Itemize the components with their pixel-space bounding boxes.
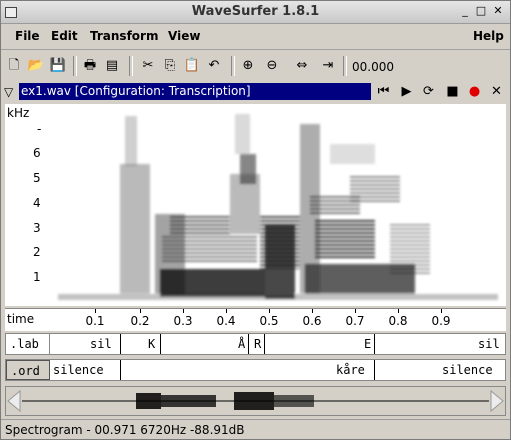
zoom-out-icon[interactable]: ⊖: [263, 57, 281, 75]
toolbar-separator: [231, 56, 235, 76]
wavesurfer-window: WaveSurfer 1.8.1 _ □ ✕ File Edit Transfo…: [0, 0, 511, 440]
paste-icon[interactable]: 📋: [183, 57, 201, 75]
file-header: ▽ ex1.wav [Configuration: Transcription]…: [1, 82, 510, 102]
tier-segment[interactable]: silence: [442, 360, 493, 380]
time-tick: [398, 309, 399, 313]
tier-segment[interactable]: E: [364, 334, 371, 354]
time-tick-label: 0.1: [85, 314, 105, 328]
menu-transform[interactable]: Transform: [90, 29, 158, 43]
time-tick-label: 0.2: [130, 314, 150, 328]
freq-label: 2: [33, 245, 41, 259]
segment-boundary[interactable]: [374, 334, 375, 354]
title-bar: WaveSurfer 1.8.1 _ □ ✕: [1, 1, 510, 24]
open-folder-icon[interactable]: 📂: [27, 57, 45, 75]
zoom-fit-icon[interactable]: ⇔: [293, 57, 311, 75]
scroll-left-icon[interactable]: [7, 389, 21, 413]
tier-name[interactable]: .ord: [6, 360, 50, 380]
toolbar-separator: [343, 56, 347, 76]
spectrogram-view[interactable]: [50, 104, 506, 306]
waveform-overview[interactable]: [5, 386, 506, 416]
time-tick: [95, 309, 96, 313]
time-tick: [183, 309, 184, 313]
time-tick: [312, 309, 313, 313]
zoom-in-icon[interactable]: ⊕: [239, 57, 257, 75]
window-title: WaveSurfer 1.8.1: [191, 4, 320, 19]
menu-edit[interactable]: Edit: [51, 29, 78, 43]
time-tick: [226, 309, 227, 313]
collapse-triangle-icon[interactable]: ▽: [4, 85, 13, 99]
segment-boundary[interactable]: [120, 334, 121, 354]
menu-file[interactable]: File: [15, 29, 40, 43]
time-tick-label: 0.4: [216, 314, 236, 328]
stop-icon[interactable]: ■: [445, 84, 460, 99]
cut-icon[interactable]: ✂: [139, 57, 157, 75]
maximize-icon[interactable]: □: [475, 5, 487, 17]
freq-label: 5: [33, 171, 41, 185]
zoom-selection-icon[interactable]: ⇥: [319, 57, 337, 75]
time-tick-label: 0.3: [173, 314, 193, 328]
tier-segment[interactable]: kåre: [336, 360, 365, 380]
time-tick: [441, 309, 442, 313]
toolbar: 🗋 📂 💾 🖶 ▤ ✂ ⎘ 📋 ↶ ⊕ ⊖ ⇔ ⇥ 00.000: [1, 53, 510, 81]
frequency-axis: kHz - 6 5 4 3 2 1: [5, 104, 50, 306]
file-label[interactable]: ex1.wav [Configuration: Transcription]: [19, 83, 371, 100]
menu-view[interactable]: View: [168, 29, 200, 43]
spectrogram-image: [58, 114, 498, 300]
time-tick: [269, 309, 270, 313]
minimize-icon[interactable]: _: [459, 5, 471, 17]
segment-boundary[interactable]: [160, 334, 161, 354]
tier-segment[interactable]: R: [254, 334, 261, 354]
menu-help[interactable]: Help: [473, 29, 504, 43]
undo-icon[interactable]: ↶: [205, 57, 223, 75]
status-bar: Spectrogram - 00.971 6720Hz -88.91dB: [1, 419, 510, 440]
properties-icon[interactable]: ▤: [103, 57, 121, 75]
waveform-image: [7, 389, 504, 413]
time-tick-label: 0.7: [345, 314, 365, 328]
tier-lab[interactable]: .lab sil K Å R E sil: [5, 333, 506, 355]
toolbar-separator: [129, 56, 133, 76]
freq-label: 1: [33, 270, 41, 284]
status-text: Spectrogram - 00.971 6720Hz -88.91dB: [5, 423, 245, 437]
time-tick-label: 0.5: [259, 314, 279, 328]
tier-segment[interactable]: Å: [238, 334, 245, 354]
close-icon[interactable]: ✕: [492, 5, 504, 17]
play-icon[interactable]: ▶: [399, 84, 414, 99]
segment-boundary[interactable]: [374, 360, 375, 380]
time-tick: [140, 309, 141, 313]
time-tick: [355, 309, 356, 313]
skip-to-start-icon[interactable]: ⏮: [376, 84, 391, 99]
frequency-unit: kHz: [7, 106, 30, 120]
tier-segment[interactable]: sil: [478, 334, 500, 354]
print-icon[interactable]: 🖶: [81, 57, 99, 75]
segment-boundary[interactable]: [264, 334, 265, 354]
time-tick-label: 0.9: [431, 314, 451, 328]
scroll-right-icon[interactable]: [490, 389, 504, 413]
tier-segment[interactable]: sil: [90, 334, 112, 354]
segment-boundary[interactable]: [248, 334, 249, 354]
tier-segment[interactable]: K: [148, 334, 155, 354]
tier-name[interactable]: .lab: [6, 334, 50, 354]
time-display: 00.000: [352, 60, 394, 74]
freq-label: 3: [33, 221, 41, 235]
freq-label: -: [37, 122, 42, 136]
play-loop-icon[interactable]: ⟳: [421, 84, 436, 99]
time-tick-label: 0.6: [302, 314, 322, 328]
record-icon[interactable]: ●: [467, 84, 482, 99]
time-axis: time 0.1 0.2 0.3 0.4 0.5 0.6 0.7 0.8 0.9: [5, 308, 506, 331]
tier-ord[interactable]: .ord silence kåre silence: [5, 359, 506, 381]
save-icon[interactable]: 💾: [49, 57, 67, 75]
toolbar-separator: [73, 56, 77, 76]
freq-label: 4: [33, 196, 41, 210]
menu-bar: File Edit Transform View Help: [1, 24, 510, 50]
tier-segment[interactable]: silence: [53, 360, 104, 380]
freq-label: 6: [33, 146, 41, 160]
copy-icon[interactable]: ⎘: [161, 57, 179, 75]
time-tick-label: 0.8: [388, 314, 408, 328]
segment-boundary[interactable]: [120, 360, 121, 380]
close-pane-icon[interactable]: ✕: [489, 84, 504, 99]
new-file-icon[interactable]: 🗋: [5, 57, 23, 75]
time-axis-label: time: [7, 312, 35, 326]
